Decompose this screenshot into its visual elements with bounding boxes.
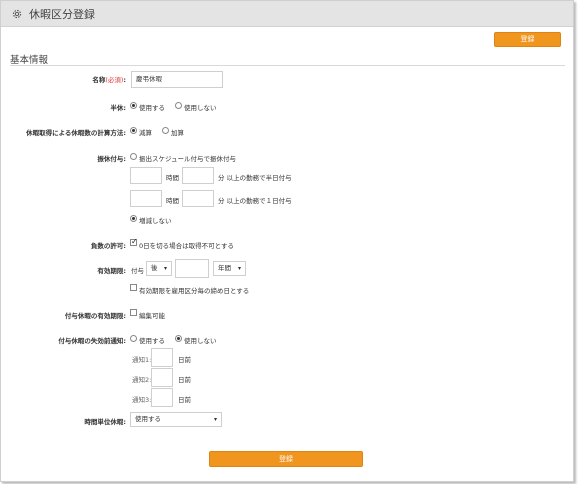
chevron-down-icon: ▾	[213, 416, 217, 423]
grant-label: 振休付与:	[97, 155, 126, 163]
negative-text: 0日を切る場合は取得不可とする	[139, 242, 234, 250]
page-title: 休暇区分登録	[29, 8, 95, 21]
half-day-use-radio[interactable]	[130, 102, 137, 109]
half-day-label: 半休:	[110, 104, 126, 112]
negative-label: 負数の許可:	[90, 242, 126, 250]
validity-after-select[interactable]: 後 ▾	[146, 261, 172, 276]
grant-full-minutes-input[interactable]	[182, 190, 214, 207]
half-day-nouse-text: 使用しない	[184, 104, 217, 112]
register-button-bottom[interactable]: 登録	[209, 451, 363, 467]
grant-half-minutes-input[interactable]	[182, 167, 214, 184]
name-input[interactable]: 慶弔休暇	[131, 71, 223, 88]
notice1-input[interactable]	[151, 348, 173, 367]
expiry-notice-nouse-radio[interactable]	[175, 335, 182, 342]
granted-validity-label: 付与休暇の有効期限:	[64, 312, 126, 320]
notice3-label: 通知3:	[132, 396, 152, 404]
title-bar: 休暇区分登録	[1, 1, 573, 27]
validity-unit-select[interactable]: 年間 ▾	[213, 261, 246, 276]
grant-half-hours-label: 時間	[166, 174, 179, 182]
calc-add-text: 加算	[171, 129, 184, 137]
name-label: 名称(必須):	[92, 76, 126, 84]
dialog-window: 休暇区分登録 登録 基本情報 名称(必須): 慶弔休暇 半休: 使用する 使用し…	[0, 0, 574, 482]
grant-schedule-text: 振出スケジュール付与で振休付与	[139, 155, 237, 163]
grant-none-radio[interactable]	[130, 215, 137, 222]
expiry-notice-label: 付与休暇の失効前通知:	[58, 337, 126, 345]
gear-icon	[12, 9, 22, 19]
calc-subtract-radio[interactable]	[130, 127, 137, 134]
notice3-suffix: 日前	[178, 396, 191, 404]
grant-none-text: 増減しない	[139, 217, 172, 225]
notice2-suffix: 日前	[178, 376, 191, 384]
half-day-use-text: 使用する	[139, 104, 165, 112]
notice1-suffix: 日前	[178, 356, 191, 364]
half-day-nouse-radio[interactable]	[175, 102, 182, 109]
grant-half-minutes-text: 分 以上の勤務で半日付与	[218, 174, 292, 182]
hourly-leave-label: 時間単位休暇:	[84, 418, 126, 426]
calc-method-label: 休暇取得による休暇数の計算方法:	[26, 129, 126, 137]
hourly-leave-select[interactable]: 使用する ▾	[130, 412, 222, 427]
calc-add-radio[interactable]	[162, 127, 169, 134]
chevron-down-icon: ▾	[163, 265, 167, 272]
expiry-notice-use-text: 使用する	[139, 337, 165, 345]
section-title: 基本情報	[10, 55, 49, 66]
validity-prefix: 付与	[131, 267, 144, 275]
granted-validity-checkbox[interactable]	[130, 309, 137, 316]
expiry-notice-use-radio[interactable]	[130, 335, 137, 342]
negative-checkbox[interactable]	[130, 237, 138, 246]
grant-full-hours-label: 時間	[166, 197, 179, 205]
notice2-input[interactable]	[151, 368, 173, 387]
chevron-down-icon: ▾	[237, 265, 241, 272]
section-divider	[10, 65, 565, 66]
validity-label: 有効期限:	[97, 267, 126, 275]
grant-half-hours-input[interactable]	[130, 167, 162, 184]
expiry-notice-nouse-text: 使用しない	[184, 337, 217, 345]
calc-subtract-text: 減算	[139, 129, 152, 137]
validity-amount-input[interactable]	[175, 259, 209, 278]
register-button-top[interactable]: 登録	[494, 32, 561, 47]
validity-closing-checkbox[interactable]	[130, 284, 137, 291]
granted-validity-text: 編集可能	[139, 312, 165, 320]
grant-full-hours-input[interactable]	[130, 190, 162, 207]
notice3-input[interactable]	[151, 388, 173, 407]
required-mark: (必須)	[105, 76, 124, 84]
grant-schedule-radio[interactable]	[130, 153, 137, 160]
grant-full-minutes-text: 分 以上の勤務で１日付与	[218, 197, 292, 205]
notice2-label: 通知2:	[132, 376, 152, 384]
notice1-label: 通知1:	[132, 356, 152, 364]
validity-closing-text: 有効期限を雇用区分毎の締め日とする	[139, 287, 250, 295]
